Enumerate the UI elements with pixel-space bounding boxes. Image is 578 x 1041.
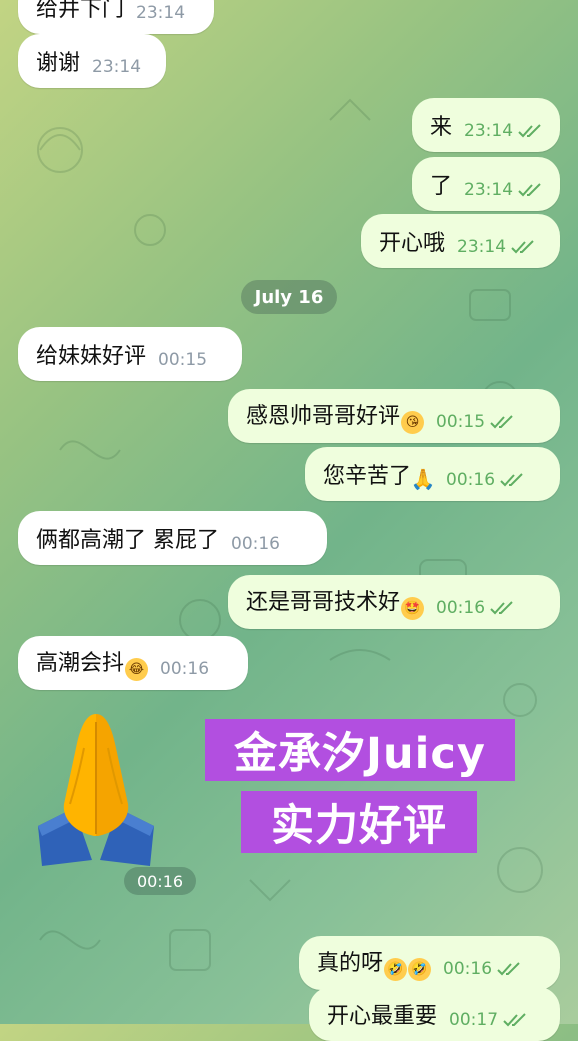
overlay-caption-line1: 金承汐Juicy bbox=[205, 719, 515, 781]
message-time: 23:14 bbox=[136, 3, 186, 23]
message-time: 00:15 bbox=[436, 412, 486, 432]
folded-hands-sticker[interactable] bbox=[34, 708, 158, 866]
date-separator: July 16 bbox=[241, 280, 337, 314]
message-text: 给妹妹好评 bbox=[36, 344, 147, 369]
message-incoming[interactable]: 高潮会抖 😂 00:16 bbox=[18, 636, 248, 690]
read-double-check-icon bbox=[518, 183, 541, 197]
message-time: 23:14 bbox=[464, 121, 514, 141]
message-text: 给井下门 bbox=[36, 0, 125, 22]
read-double-check-icon bbox=[490, 601, 513, 615]
message-time: 00:15 bbox=[158, 350, 208, 370]
message-time: 23:14 bbox=[92, 57, 142, 77]
message-time: 00:16 bbox=[446, 470, 496, 490]
message-text: 了 bbox=[430, 174, 453, 199]
read-double-check-icon bbox=[490, 415, 513, 429]
folded-hands-emoji: 🙏 bbox=[410, 466, 436, 491]
message-text: 真的呀 🤣 🤣 bbox=[317, 945, 432, 981]
message-outgoing[interactable]: 来 23:14 bbox=[412, 98, 560, 152]
message-time: 00:17 bbox=[449, 1010, 499, 1030]
message-text: 感恩帅哥哥好评 😘 bbox=[246, 398, 425, 434]
message-outgoing[interactable]: 还是哥哥技术好 🤩 00:16 bbox=[228, 575, 560, 629]
message-text: 您辛苦了🙏 bbox=[323, 463, 436, 491]
message-time: 23:14 bbox=[457, 237, 507, 257]
read-double-check-icon bbox=[497, 962, 520, 976]
read-double-check-icon bbox=[503, 1013, 526, 1027]
message-time: 00:16 bbox=[443, 959, 493, 979]
message-incoming[interactable]: 谢谢 23:14 bbox=[18, 34, 166, 88]
tears-of-joy-emoji: 😂 bbox=[125, 658, 149, 681]
message-time: 00:16 bbox=[231, 534, 280, 554]
message-outgoing[interactable]: 开心哦 23:14 bbox=[361, 214, 560, 268]
message-text: 还是哥哥技术好 🤩 bbox=[246, 584, 425, 620]
message-outgoing[interactable]: 了 23:14 bbox=[412, 157, 560, 211]
message-text: 俩都高潮了 累屁了 bbox=[36, 528, 219, 553]
message-outgoing[interactable]: 您辛苦了🙏 00:16 bbox=[305, 447, 560, 501]
message-text: 谢谢 bbox=[36, 51, 81, 76]
message-incoming[interactable]: 给井下门 23:14 bbox=[18, 0, 214, 34]
sticker-time: 00:16 bbox=[124, 867, 196, 895]
read-double-check-icon bbox=[500, 473, 523, 487]
message-text: 来 bbox=[430, 115, 453, 140]
message-incoming[interactable]: 俩都高潮了 累屁了 00:16 bbox=[18, 511, 327, 565]
message-text: 开心最重要 bbox=[327, 1004, 438, 1029]
message-outgoing[interactable]: 真的呀 🤣 🤣 00:16 bbox=[299, 936, 560, 990]
message-text: 开心哦 bbox=[379, 231, 446, 256]
star-struck-emoji: 🤩 bbox=[401, 597, 425, 620]
rolling-laughing-emoji: 🤣 bbox=[408, 958, 432, 981]
message-incoming[interactable]: 给妹妹好评 00:15 bbox=[18, 327, 242, 381]
message-outgoing[interactable]: 感恩帅哥哥好评 😘 00:15 bbox=[228, 389, 560, 443]
read-double-check-icon bbox=[511, 240, 534, 254]
message-time: 00:16 bbox=[160, 659, 210, 679]
message-text: 高潮会抖 😂 bbox=[36, 645, 149, 681]
rolling-laughing-emoji: 🤣 bbox=[384, 958, 408, 981]
message-outgoing[interactable]: 开心最重要 00:17 bbox=[309, 987, 560, 1041]
read-double-check-icon bbox=[518, 124, 541, 138]
overlay-caption-line2: 实力好评 bbox=[241, 791, 477, 853]
kissing-face-emoji: 😘 bbox=[401, 411, 425, 434]
message-time: 23:14 bbox=[464, 180, 514, 200]
message-time: 00:16 bbox=[436, 598, 486, 618]
